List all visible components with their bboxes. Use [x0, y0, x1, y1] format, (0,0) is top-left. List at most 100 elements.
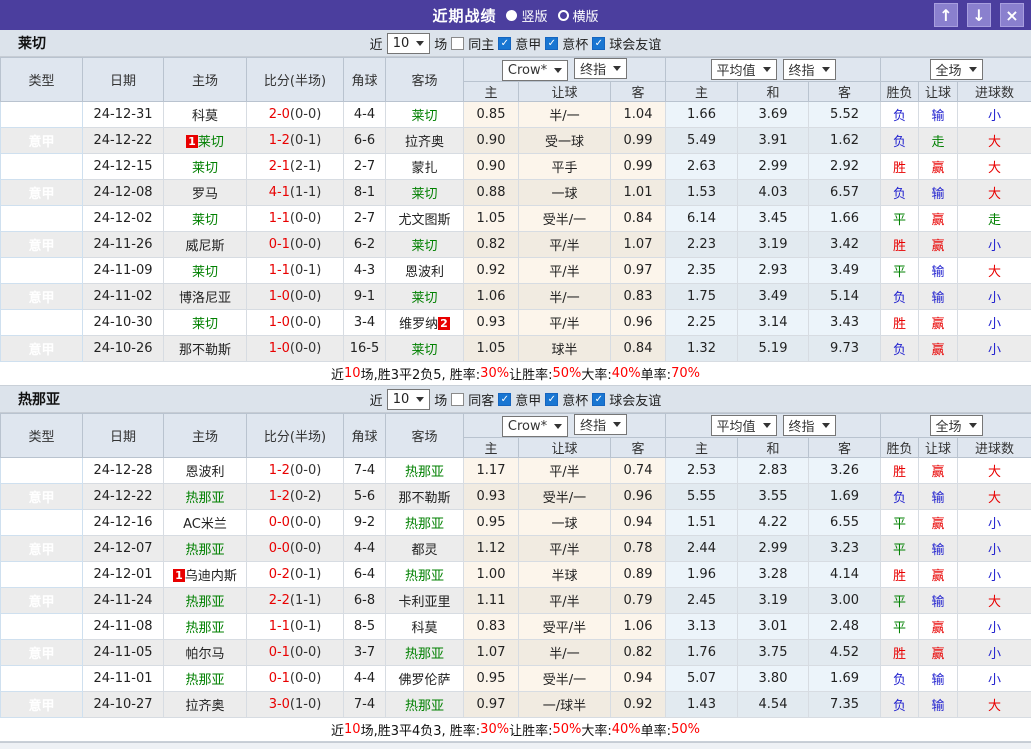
avg-draw-odds: 3.01: [738, 614, 809, 640]
avg-draw-odds: 2.93: [738, 258, 809, 284]
halftime-score: (0-1): [290, 619, 321, 634]
bookmaker-select[interactable]: Crow*: [502, 60, 568, 81]
match-count-select[interactable]: 10: [387, 33, 431, 54]
halftime-score: (0-2): [290, 489, 321, 504]
handicap-away-odds: 0.89: [611, 562, 666, 588]
average-source-select[interactable]: 平均值: [711, 59, 777, 80]
summary-segment: 近: [331, 364, 344, 383]
close-button[interactable]: ×: [1000, 3, 1024, 27]
result-goals: 大: [958, 588, 1031, 614]
result-handicap: 赢: [919, 640, 958, 666]
result-subheader: 胜负: [881, 82, 919, 102]
summary-segment: 30%: [480, 366, 509, 381]
same-venue-checkbox[interactable]: [451, 37, 464, 50]
scope-select[interactable]: 全场: [930, 59, 983, 80]
chevron-down-icon: [969, 67, 977, 72]
avg-home-odds: 2.25: [666, 310, 738, 336]
home-team-cell: 热那亚: [164, 484, 247, 510]
score-cell: 1-0(0-0): [247, 310, 344, 336]
average-time-select[interactable]: 终指: [783, 59, 836, 80]
league-filter-checkbox[interactable]: ✓: [592, 37, 605, 50]
handicap-subheader: 让球: [519, 82, 611, 102]
avg-away-odds: 1.69: [809, 484, 881, 510]
column-header: 客场: [386, 58, 464, 102]
handicap-line: 球半: [519, 336, 611, 362]
fulltime-score: 0-1: [269, 237, 290, 252]
league-filter-checkbox[interactable]: ✓: [592, 393, 605, 406]
summary-segment: 70%: [671, 366, 700, 381]
move-down-button[interactable]: ↓: [967, 3, 991, 27]
league-filter-checkbox[interactable]: ✓: [498, 37, 511, 50]
avg-home-odds: 5.49: [666, 128, 738, 154]
avg-draw-odds: 3.80: [738, 666, 809, 692]
handicap-home-odds: 0.90: [464, 128, 519, 154]
summary-row: 近10场,胜3平2负5, 胜率:30% 让胜率:50% 大率:40% 单率:70…: [0, 362, 1031, 386]
scope-select[interactable]: 全场: [930, 415, 983, 436]
away-team-cell: 卡利亚里: [386, 588, 464, 614]
handicap-away-odds: 1.06: [611, 614, 666, 640]
result-winlose: 负: [881, 484, 919, 510]
date-cell: 24-12-01: [83, 562, 164, 588]
match-count-select[interactable]: 10: [387, 389, 431, 410]
layout-option-horizontal[interactable]: 横版: [558, 6, 599, 25]
avg-away-odds: 9.73: [809, 336, 881, 362]
same-venue-checkbox[interactable]: [451, 393, 464, 406]
result-winlose: 平: [881, 536, 919, 562]
league-filter-checkbox[interactable]: ✓: [545, 393, 558, 406]
match-filters: 近10场同主✓意甲✓意杯✓球会友谊: [0, 33, 1031, 54]
corners-cell: 4-4: [344, 666, 386, 692]
move-up-button[interactable]: ↑: [934, 3, 958, 27]
league-filter-checkbox[interactable]: ✓: [498, 393, 511, 406]
fulltime-score: 1-2: [269, 489, 290, 504]
result-handicap: 走: [919, 128, 958, 154]
handicap-away-odds: 0.94: [611, 510, 666, 536]
match-row: 意甲24-12-02莱切1-1(0-0)2-7尤文图斯1.05受半/一0.846…: [1, 206, 1031, 232]
team-name-text: 热那亚: [185, 621, 224, 636]
result-handicap: 输: [919, 258, 958, 284]
date-cell: 24-11-09: [83, 258, 164, 284]
match-row: 意甲24-11-02博洛尼亚1-0(0-0)9-1莱切1.06半/一0.831.…: [1, 284, 1031, 310]
result-winlose: 平: [881, 510, 919, 536]
layout-option-vertical[interactable]: 竖版: [506, 6, 547, 25]
avg-away-odds: 1.62: [809, 128, 881, 154]
handicap-home-odds: 0.93: [464, 484, 519, 510]
team-name-text: 莱切: [192, 317, 218, 332]
handicap-time-select[interactable]: 终指: [574, 414, 627, 435]
bookmaker-select[interactable]: Crow*: [502, 416, 568, 437]
result-goals: 大: [958, 692, 1031, 718]
avg-draw-odds: 4.22: [738, 510, 809, 536]
match-row: 意甲24-11-08热那亚1-1(0-1)8-5科莫0.83受平/半1.063.…: [1, 614, 1031, 640]
halftime-score: (0-1): [290, 133, 321, 148]
radio-unselected-icon: [558, 10, 569, 21]
corners-cell: 8-5: [344, 614, 386, 640]
team-name-text: 威尼斯: [185, 239, 224, 254]
average-subheader: 和: [738, 438, 809, 458]
average-time-select[interactable]: 终指: [783, 415, 836, 436]
score-cell: 0-1(0-0): [247, 640, 344, 666]
chevron-down-icon: [416, 41, 424, 46]
result-handicap: 赢: [919, 206, 958, 232]
league-cell: 意甲: [1, 510, 83, 536]
score-cell: 3-0(1-0): [247, 692, 344, 718]
result-handicap: 赢: [919, 614, 958, 640]
result-subheader: 让球: [919, 438, 958, 458]
match-row: 意甲24-12-07热那亚0-0(0-0)4-4都灵1.12平/半0.782.4…: [1, 536, 1031, 562]
avg-away-odds: 3.42: [809, 232, 881, 258]
scope-select-value: 全场: [936, 416, 962, 435]
home-team-cell: 那不勒斯: [164, 336, 247, 362]
fulltime-score: 0-0: [269, 541, 290, 556]
date-cell: 24-12-22: [83, 484, 164, 510]
handicap-home-odds: 1.07: [464, 640, 519, 666]
league-filter-checkbox[interactable]: ✓: [545, 37, 558, 50]
team-name-text: 科莫: [411, 621, 437, 636]
handicap-time-select[interactable]: 终指: [574, 58, 627, 79]
away-team-cell: 维罗纳2: [386, 310, 464, 336]
result-winlose: 负: [881, 180, 919, 206]
summary-segment: 50%: [552, 366, 581, 381]
average-source-select[interactable]: 平均值: [711, 415, 777, 436]
handicap-subheader: 客: [611, 82, 666, 102]
handicap-home-odds: 1.11: [464, 588, 519, 614]
handicap-time-select-value: 终指: [580, 59, 606, 78]
handicap-home-odds: 0.90: [464, 154, 519, 180]
team-name-text: 恩波利: [405, 265, 444, 280]
